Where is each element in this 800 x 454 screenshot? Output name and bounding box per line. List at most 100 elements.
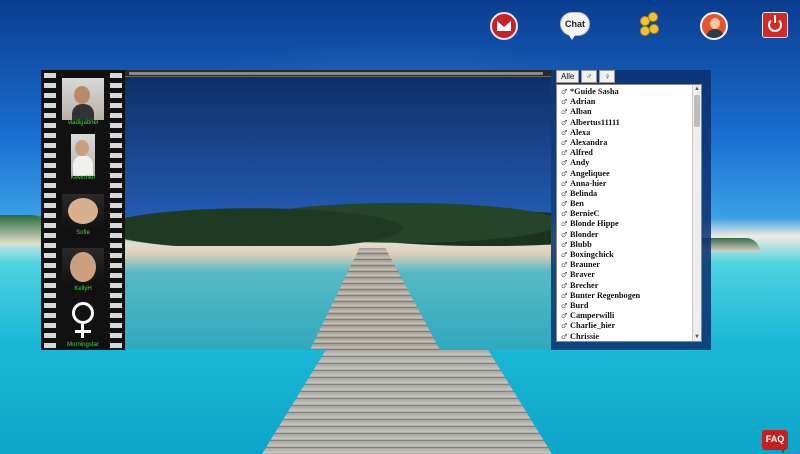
user-name: Braver [570,270,595,280]
avatar-head [710,18,720,29]
thumbnail-name: Morningstar [67,342,99,348]
thumbnail-name: vladigabriel [67,120,99,126]
face-shape [68,198,98,224]
scroll-down-icon[interactable]: ▼ [693,333,701,341]
user-list-item[interactable]: ♂ Brecher [561,281,701,291]
user-list-item[interactable]: ♂ Alfred [561,148,701,158]
video-scenery-palms [125,188,551,246]
gender-icon: ♂ [561,169,568,178]
user-name: Camperwilli [570,311,615,321]
user-name: Andy [570,158,590,168]
user-name: Blubb [570,239,592,249]
user-list-item[interactable]: ♂ Belinda [561,189,701,199]
user-list-item[interactable]: ♂ Angeliquee [561,169,701,179]
video-progress-bar[interactable] [125,70,551,77]
profile-avatar-icon[interactable] [700,12,728,40]
gender-icon: ♂ [561,301,568,310]
gender-icon: ♂ [561,251,568,259]
gender-icon: ♂ [561,108,568,117]
gender-icon: ♂ [561,128,568,137]
envelope-glyph [497,21,511,31]
user-list-item[interactable]: ♂ Bunter Regenbogen [561,291,701,301]
user-list-item[interactable]: ♂ Charlie_hier [561,321,701,331]
user-list-item[interactable]: ♂ Brauner [561,260,701,270]
user-list-item[interactable]: ♂ Alexa [561,128,701,138]
chat-label: Chat [565,19,585,29]
gender-icon: ♂ [561,98,568,107]
user-list-item[interactable]: ♂ Andy [561,158,701,168]
gender-icon: ♂ [561,332,568,341]
user-list-item[interactable]: ♂ Blonde Hippe [561,219,701,229]
user-name: Adrian [570,97,596,107]
user-list-item[interactable]: ♂ BernieC [561,209,701,219]
tab-female[interactable]: ♀ [599,70,616,83]
coin [648,12,658,22]
user-list-item[interactable]: ♂ Alban [561,107,701,117]
gender-icon: ♂ [561,189,568,198]
film-perforation-left [44,70,56,350]
gender-icon: ♂ [561,281,568,290]
user-name: Angeliquee [570,168,610,178]
user-name: Brauner [570,260,600,270]
chat-button[interactable]: Chat [560,12,590,40]
user-name: Ben [570,199,584,209]
user-thumbnail[interactable] [62,194,104,228]
gender-icon: ♂ [561,220,568,229]
user-list-item[interactable]: ♂ Adrian [561,97,701,107]
face-shape [70,252,96,282]
user-list-item[interactable]: ♂ Anna-hier [561,179,701,189]
scroll-up-icon[interactable]: ▲ [693,85,701,93]
user-list-item[interactable]: ♂ Camperwilli [561,311,701,321]
background-pier [262,350,552,454]
thumbnail-name: Kevinhler [70,175,96,181]
user-list-item[interactable]: ♂ Albertus11111 [561,118,701,128]
female-icon-circle [72,302,94,324]
user-list-item[interactable]: ♂ Blubb [561,240,701,250]
user-thumbnail[interactable] [62,78,104,120]
user-list-item[interactable]: ♂ Blonder [561,230,701,240]
female-icon-bar [75,330,91,333]
user-list-items: ♂ *Guide Sasha ♂ Adrian ♂ Alban ♂ Albertus11111… [557,85,701,342]
user-name: Brecher [570,280,599,290]
coin [649,24,659,34]
female-icon[interactable] [68,302,98,342]
user-name: Belinda [570,188,598,198]
video-track [129,72,543,75]
thumbnail-name: Sofie [76,230,90,236]
webcam-filmstrip: vladigabriel Kevinhler Sofie KellyH Morn… [41,70,125,350]
main-panel: vladigabriel Kevinhler Sofie KellyH Morn… [41,70,711,350]
power-icon[interactable] [762,12,788,38]
user-thumbnail[interactable] [71,134,95,176]
tab-male[interactable]: ♂ [581,70,598,83]
gender-icon: ♂ [561,159,568,168]
gender-icon: ♂ [561,271,568,280]
shirt-shape [73,156,93,176]
tab-all[interactable]: Alle [556,70,580,83]
user-list-item[interactable]: ♂ Boxingchick [561,250,701,260]
user-name: Alexa [570,127,591,137]
gender-icon: ♂ [561,88,568,96]
video-scenery-pier [310,248,440,350]
user-thumbnail[interactable] [62,248,104,284]
gender-icon: ♂ [561,210,568,219]
mail-icon[interactable] [490,12,518,40]
user-list-scrollbar[interactable]: ▲ ▼ [692,85,701,341]
faq-button[interactable]: FAQ [762,430,788,454]
video-stage[interactable] [125,70,551,350]
user-list-item[interactable]: ♂ Ben [561,199,701,209]
user-list-item[interactable]: ♂ Braver [561,270,701,280]
gender-icon: ♂ [561,261,568,270]
coins-icon[interactable] [638,12,662,40]
user-list-item[interactable]: ♂ Burd [561,301,701,311]
gender-icon: ♂ [561,149,568,158]
user-name: *Guide Sasha [570,87,619,96]
scroll-thumb[interactable] [694,95,700,127]
user-list-item[interactable]: ♂ Chrissie [561,332,701,342]
shirt-shape [72,104,94,120]
user-list-item[interactable]: ♂ *Guide Sasha [561,87,701,97]
gender-icon: ♂ [561,200,568,209]
user-name: Alfred [570,148,593,158]
gender-icon: ♂ [561,322,568,331]
face-shape [75,140,89,156]
user-list-item[interactable]: ♂ Alexandra [561,138,701,148]
